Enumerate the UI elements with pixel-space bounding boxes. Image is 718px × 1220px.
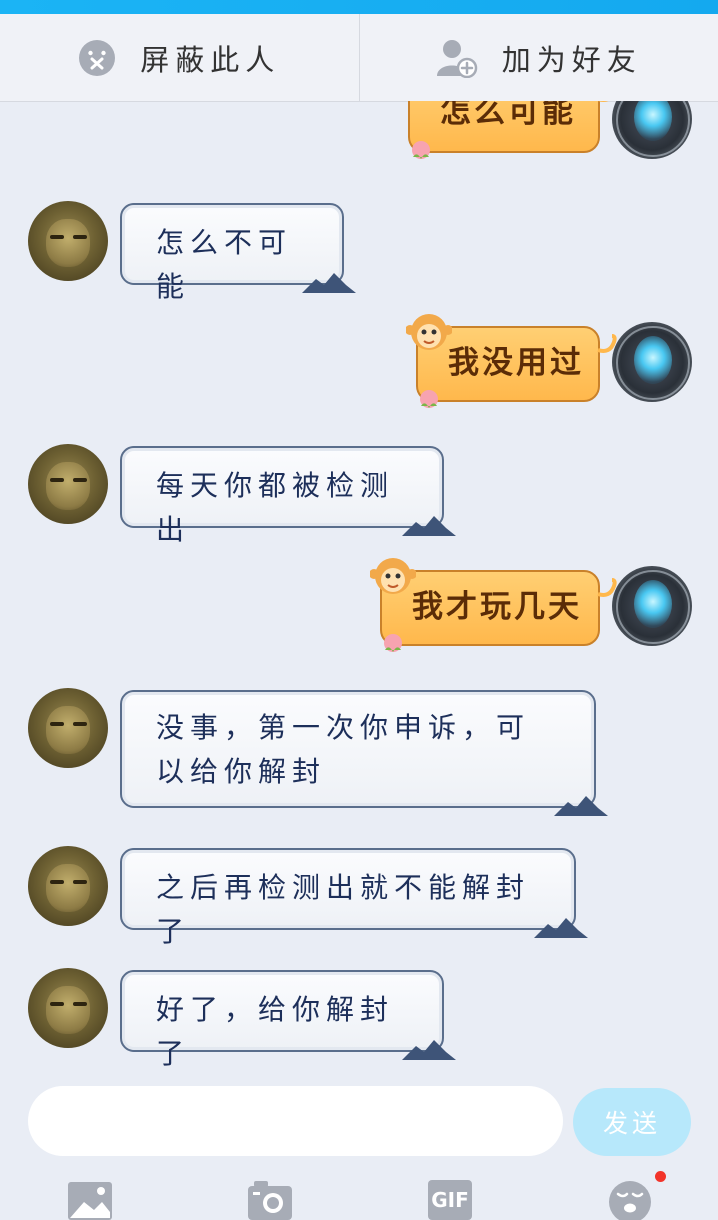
message-row: 之后再检测出就不能解封了 <box>0 846 718 930</box>
message-composer: 发送 GIF <box>0 1070 718 1217</box>
message-text: 我没用过 <box>448 345 584 381</box>
message-text: 之后再检测出就不能解封了 <box>156 871 530 948</box>
contact-avatar[interactable] <box>28 846 108 926</box>
message-bubble-incoming[interactable]: 每天你都被检测出 <box>120 446 444 528</box>
image-icon[interactable] <box>68 1180 112 1220</box>
status-bar <box>0 0 718 14</box>
message-text: 我才玩几天 <box>412 589 582 625</box>
add-friend-icon <box>436 38 478 78</box>
message-bubble-incoming[interactable]: 怎么不可能 <box>120 203 344 285</box>
message-text: 好了，给你解封了 <box>156 993 394 1070</box>
message-row: 我才玩几天 <box>0 566 718 650</box>
add-friend-button[interactable]: 加为好友 <box>359 14 718 101</box>
message-text: 没事，第一次你申诉，可以给你解封 <box>156 711 530 788</box>
gif-icon[interactable]: GIF <box>428 1180 472 1220</box>
message-text: 怎么可能 <box>440 101 576 130</box>
message-bubble-outgoing[interactable]: 我没用过 <box>416 326 600 402</box>
notification-badge <box>655 1171 666 1182</box>
chat-action-bar: 屏蔽此人 加为好友 <box>0 14 718 102</box>
my-avatar[interactable] <box>612 322 692 402</box>
block-user-button[interactable]: 屏蔽此人 <box>0 14 359 101</box>
message-row: 怎么不可能 <box>0 201 718 285</box>
contact-avatar[interactable] <box>28 444 108 524</box>
mountain-decoration-icon <box>534 916 588 938</box>
contact-avatar[interactable] <box>28 688 108 768</box>
message-bubble-incoming[interactable]: 没事，第一次你申诉，可以给你解封 <box>120 690 596 808</box>
my-avatar[interactable] <box>612 101 692 159</box>
message-input[interactable] <box>28 1086 563 1156</box>
peach-icon <box>416 386 442 410</box>
block-face-icon <box>78 39 116 77</box>
message-bubble-incoming[interactable]: 之后再检测出就不能解封了 <box>120 848 576 930</box>
message-row: 没事，第一次你申诉，可以给你解封 <box>0 688 718 810</box>
message-row: 怎么可能 <box>0 101 718 161</box>
monkey-sticker-icon <box>406 310 452 352</box>
camera-icon[interactable] <box>248 1180 292 1220</box>
message-bubble-outgoing[interactable]: 怎么可能 <box>408 101 600 153</box>
message-bubble-outgoing[interactable]: 我才玩几天 <box>380 570 600 646</box>
message-row: 好了，给你解封了 <box>0 968 718 1052</box>
block-user-label: 屏蔽此人 <box>140 37 280 79</box>
peach-icon <box>380 630 406 654</box>
message-bubble-incoming[interactable]: 好了，给你解封了 <box>120 970 444 1052</box>
message-text: 怎么不可能 <box>156 226 292 303</box>
emoji-icon[interactable] <box>608 1180 652 1220</box>
gif-label: GIF <box>431 1188 469 1212</box>
mountain-decoration-icon <box>402 1038 456 1060</box>
peach-icon <box>408 137 434 161</box>
message-row: 我没用过 <box>0 322 718 406</box>
mountain-decoration-icon <box>302 271 356 293</box>
monkey-sticker-icon <box>370 554 416 596</box>
message-row: 每天你都被检测出 <box>0 444 718 528</box>
my-avatar[interactable] <box>612 566 692 646</box>
contact-avatar[interactable] <box>28 968 108 1048</box>
mountain-decoration-icon <box>402 514 456 536</box>
contact-avatar[interactable] <box>28 201 108 281</box>
message-text: 每天你都被检测出 <box>156 469 394 546</box>
mountain-decoration-icon <box>554 794 608 816</box>
send-button[interactable]: 发送 <box>573 1088 691 1156</box>
add-friend-label: 加为好友 <box>502 37 642 79</box>
